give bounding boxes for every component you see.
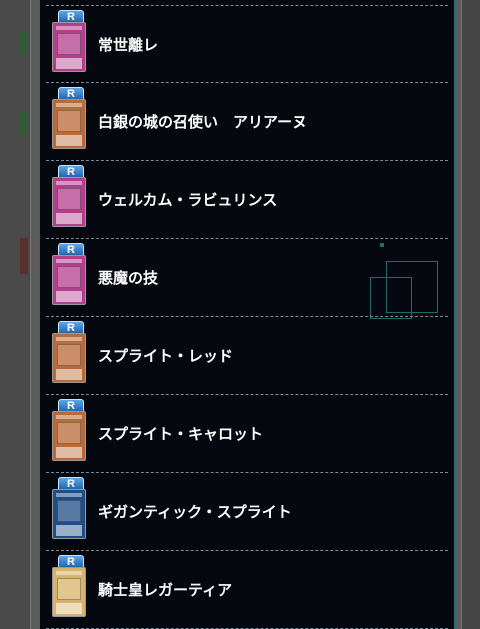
card-row[interactable]: R ギガンティック・スプライト [46,473,448,551]
card-row[interactable]: R ウェルカム・ラビュリンス [46,161,448,239]
card-list-panel[interactable]: R 常世離レ R 白銀の城の召使い アリアーヌ R ウェルカム・ラビュリンス R… [39,0,455,629]
card-thumbnail[interactable] [52,567,86,617]
card-row[interactable]: R 騎士皇レガーティア [46,551,448,629]
card-name: 白銀の城の召使い アリアーヌ [98,113,308,131]
card-row[interactable]: R 白銀の城の召使い アリアーヌ [46,83,448,161]
card-thumbnail[interactable] [52,99,86,149]
card-row[interactable]: R 常世離レ [46,5,448,83]
card-name: 悪魔の技 [98,269,159,287]
background-green-tab [20,112,28,136]
background-right-edge [460,0,480,629]
card-list-modal: R 常世離レ R 白銀の城の召使い アリアーヌ R ウェルカム・ラビュリンス R… [30,0,462,629]
card-name: 常世離レ [98,36,159,54]
card-name: 騎士皇レガーティア [98,581,233,599]
card-row[interactable]: R スプライト・キャロット [46,395,448,473]
card-name: スプライト・レッド [98,347,234,365]
card-row[interactable]: R 悪魔の技 [46,239,448,317]
card-thumbnail[interactable] [52,255,86,305]
card-thumbnail[interactable] [52,22,86,72]
background-left-edge [0,0,30,629]
card-row[interactable]: R スプライト・レッド [46,317,448,395]
card-list: R 常世離レ R 白銀の城の召使い アリアーヌ R ウェルカム・ラビュリンス R… [46,5,448,629]
card-thumbnail[interactable] [52,411,86,461]
card-name: ギガンティック・スプライト [98,503,292,521]
background-green-tab [20,30,28,54]
card-name: ウェルカム・ラビュリンス [98,191,278,209]
card-thumbnail[interactable] [52,333,86,383]
card-thumbnail[interactable] [52,177,86,227]
card-thumbnail[interactable] [52,489,86,539]
background-red-tab [20,238,28,274]
card-name: スプライト・キャロット [98,425,264,443]
